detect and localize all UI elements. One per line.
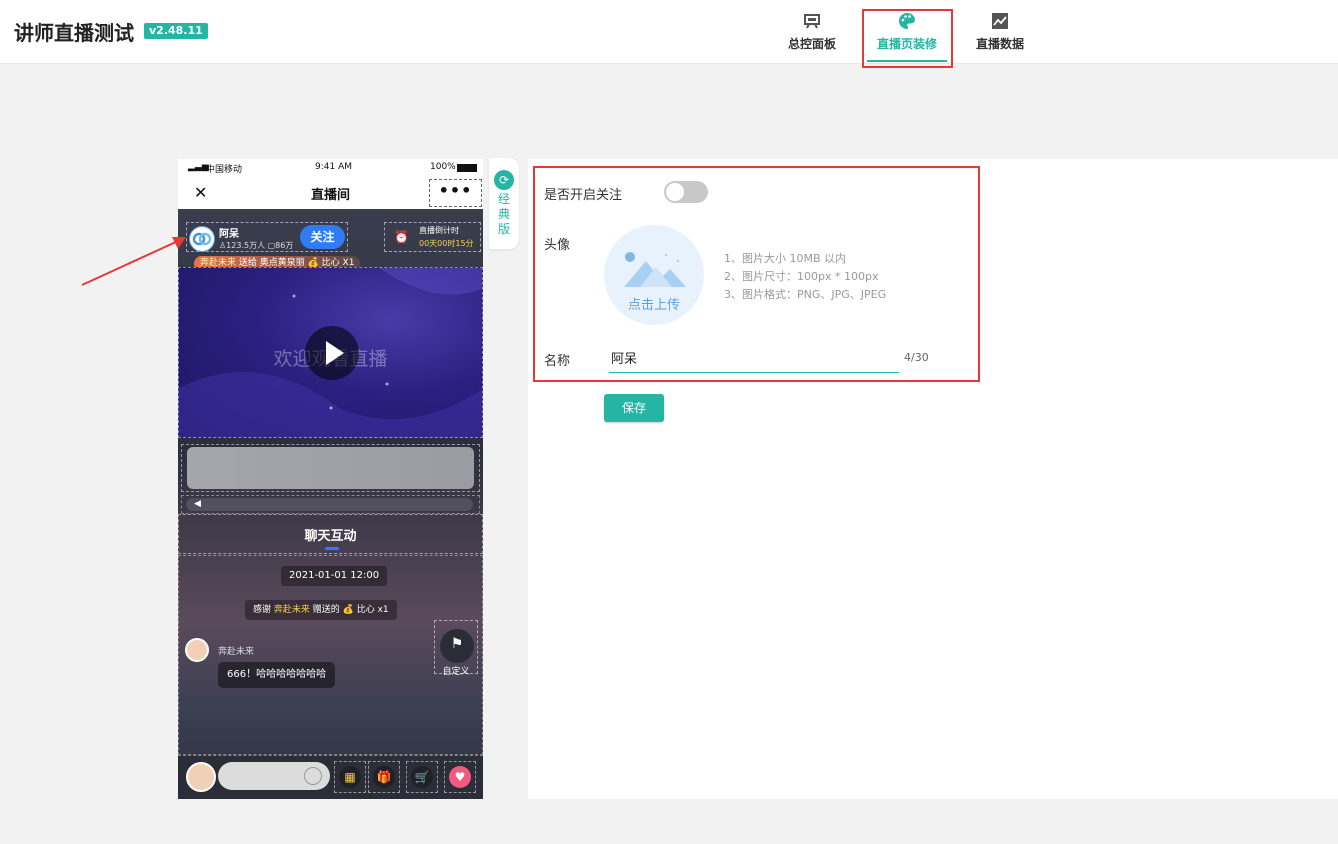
bottom-bar: ▦ 🎁 🛒 ♥ <box>178 755 483 799</box>
more-icon[interactable]: ••• <box>429 179 482 207</box>
chat-tab[interactable]: 聊天互动 <box>178 514 483 554</box>
chat-area: 2021-01-01 12:00 感谢 奔赴未来 赠送的 💰 比心 x1 自定义… <box>178 555 483 755</box>
megaphone-icon: ◀ <box>186 498 473 511</box>
video-player[interactable]: 欢迎观看直播 <box>178 267 483 438</box>
battery-icon <box>457 164 477 172</box>
classic-version-label: 经典版 <box>489 192 519 237</box>
phone-status-bar: ▂▃▅ 中国移动 9:41 AM 100% <box>178 159 483 177</box>
host-name: 阿呆 <box>219 229 239 240</box>
highlight-box-active-tab <box>862 9 953 68</box>
heart-icon: ♥ <box>449 766 471 788</box>
apps-button[interactable]: ▦ <box>334 761 366 793</box>
emoji-icon[interactable] <box>304 767 322 785</box>
tab-live-data[interactable]: 直播数据 <box>955 0 1045 64</box>
countdown-value: 00天00时15分 <box>419 239 474 248</box>
tab-dashboard-label: 总控面板 <box>787 37 836 51</box>
tab-live-data-label: 直播数据 <box>975 37 1024 51</box>
user-avatar <box>185 638 209 662</box>
line-chart-icon <box>992 13 1008 29</box>
my-avatar <box>186 762 216 792</box>
version-badge: v2.48.11 <box>144 23 208 39</box>
classic-version-tab[interactable]: ⟳ 经典版 <box>489 158 519 249</box>
logo-icon <box>192 232 212 246</box>
custom-button[interactable]: 自定义 <box>434 620 478 677</box>
thanks-suffix: 赠送的 💰 比心 x1 <box>312 605 389 615</box>
announcement-bar: ◀ <box>181 495 480 514</box>
countdown-card: ⏰ 直播倒计时 00天00时15分 <box>384 222 481 252</box>
phone-preview: ▂▃▅ 中国移动 9:41 AM 100% ✕ 直播间 ••• 阿呆 ♙123.… <box>178 159 483 799</box>
app-title: 讲师直播测试 <box>14 21 134 45</box>
classic-label-text: 经典版 <box>497 192 510 236</box>
switch-icon: ⟳ <box>494 170 514 190</box>
gift-thanks-message: 感谢 奔赴未来 赠送的 💰 比心 x1 <box>245 600 397 620</box>
carrier-label: 中国移动 <box>206 165 243 175</box>
message-bubble: 666！哈哈哈哈哈哈哈 <box>218 662 336 688</box>
follow-button[interactable]: 关注 <box>300 225 345 249</box>
host-card[interactable]: 阿呆 ♙123.5万人 ▢86万 关注 <box>186 222 348 252</box>
save-button[interactable]: 保存 <box>604 394 664 422</box>
chat-tab-label: 聊天互动 <box>304 529 357 544</box>
tab-dashboard[interactable]: 总控面板 <box>767 0 857 64</box>
notice-card <box>181 444 480 492</box>
notice-card-body <box>187 447 474 489</box>
chat-input[interactable] <box>218 762 330 790</box>
battery-label: 100% <box>430 162 456 172</box>
grid-icon: ▦ <box>339 766 361 788</box>
play-icon[interactable] <box>305 326 359 380</box>
gift-button[interactable]: 🎁 <box>368 761 400 793</box>
thanks-name: 奔赴未来 <box>273 605 310 615</box>
chat-tab-indicator <box>325 547 339 550</box>
highlight-box-form <box>533 166 980 382</box>
status-time: 9:41 AM <box>315 162 352 172</box>
flag-icon <box>440 629 474 663</box>
alarm-clock-icon: ⏰ <box>394 230 409 244</box>
custom-button-label: 自定义 <box>442 667 470 677</box>
gift-icon: 🎁 <box>373 766 395 788</box>
countdown-label: 直播倒计时 <box>419 226 459 235</box>
presentation-board-icon <box>804 14 820 29</box>
host-avatar <box>189 226 215 252</box>
host-stats-text: 123.5万人 ▢86万 <box>226 241 294 250</box>
cart-icon: 🛒 <box>411 766 433 788</box>
host-stats: ♙123.5万人 ▢86万 <box>219 240 293 251</box>
cart-button[interactable]: 🛒 <box>406 761 438 793</box>
like-button[interactable]: ♥ <box>444 761 476 793</box>
top-header: 讲师直播测试 v2.48.11 总控面板 直播页装修 直播数据 <box>0 0 1338 64</box>
chat-time: 2021-01-01 12:00 <box>281 566 388 586</box>
thanks-prefix: 感谢 <box>253 605 272 615</box>
phone-navbar: ✕ 直播间 ••• <box>178 177 483 209</box>
message-sender: 奔赴未来 <box>218 647 255 657</box>
red-arrow-annotation <box>81 237 186 286</box>
